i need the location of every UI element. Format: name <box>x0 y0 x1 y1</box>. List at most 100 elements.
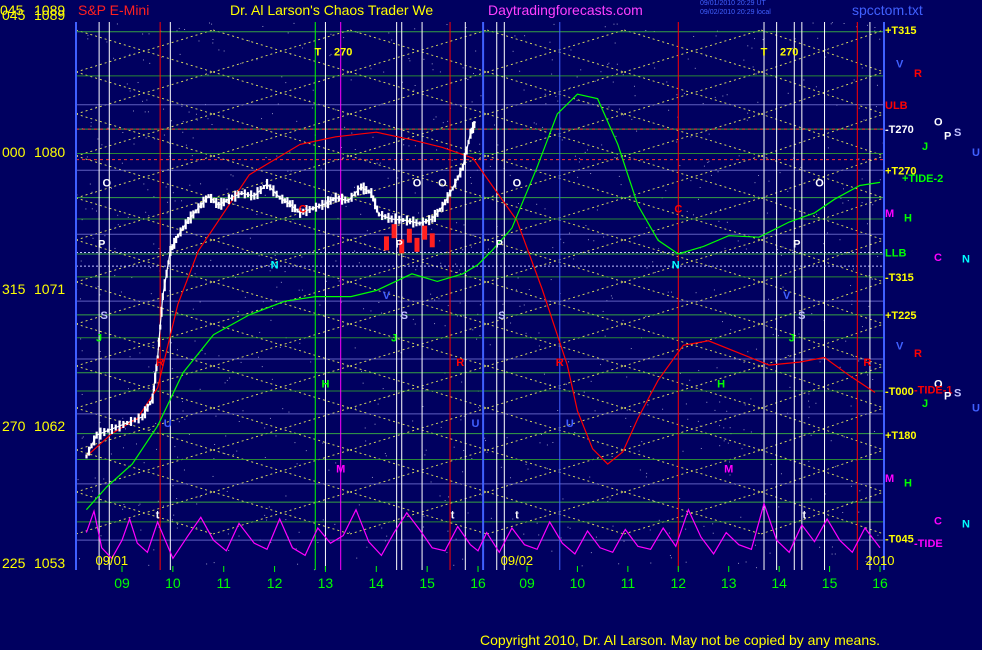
star-dot <box>432 69 434 71</box>
star-dot <box>519 305 521 307</box>
star-dot <box>553 23 555 25</box>
star-dot <box>176 30 178 32</box>
price-bar <box>446 192 449 204</box>
star-dot <box>755 348 757 350</box>
price-bar <box>259 186 262 195</box>
star-dot <box>616 23 618 25</box>
star-dot <box>758 174 760 176</box>
x-tick-label: 11 <box>621 575 636 591</box>
price-bar <box>421 217 424 227</box>
star-dot <box>462 249 464 251</box>
star-dot <box>122 447 124 449</box>
star-dot <box>726 410 728 412</box>
star-dot <box>287 170 289 172</box>
star-dot <box>615 135 617 137</box>
star-dot <box>782 246 784 248</box>
star-dot <box>539 442 541 444</box>
star-dot <box>184 28 186 30</box>
star-dot <box>510 322 512 324</box>
star-dot <box>645 315 647 317</box>
plot-label: O <box>438 177 447 189</box>
star-dot <box>590 380 592 382</box>
star-dot <box>745 561 747 563</box>
price-bar <box>165 269 168 278</box>
price-bar <box>122 420 125 428</box>
star-dot <box>414 323 416 325</box>
star-dot <box>717 171 719 173</box>
star-dot <box>641 441 643 443</box>
star-dot <box>875 106 877 108</box>
star-dot <box>297 563 299 565</box>
star-dot <box>719 425 721 427</box>
price-bar <box>433 209 436 222</box>
star-dot <box>710 174 712 176</box>
star-dot <box>81 350 83 352</box>
star-dot <box>211 124 213 126</box>
star-dot <box>153 196 155 198</box>
right-label: +T315 <box>885 25 917 37</box>
price-bar <box>449 189 452 197</box>
star-dot <box>614 42 616 44</box>
star-dot <box>506 437 508 439</box>
price-bar <box>151 393 154 404</box>
star-dot <box>851 303 853 305</box>
star-dot <box>90 122 92 124</box>
price-bar <box>176 233 180 238</box>
star-dot <box>839 239 841 241</box>
price-bar <box>329 196 332 205</box>
star-dot <box>601 144 603 146</box>
star-dot <box>439 495 441 497</box>
star-dot <box>712 523 714 525</box>
star-dot <box>184 418 186 420</box>
star-dot <box>623 540 625 542</box>
star-dot <box>825 49 827 51</box>
star-dot <box>191 155 193 157</box>
plot-label: N <box>271 260 279 272</box>
star-dot <box>462 558 464 560</box>
star-dot <box>430 481 432 483</box>
star-dot <box>232 454 234 456</box>
star-dot <box>91 208 93 210</box>
star-dot <box>743 429 745 431</box>
star-dot <box>91 490 93 492</box>
price-bar <box>230 194 234 201</box>
star-dot <box>365 440 367 442</box>
star-dot <box>810 434 812 436</box>
star-dot <box>654 67 656 69</box>
right-label: LLB <box>885 247 906 259</box>
star-dot <box>650 562 652 564</box>
star-dot <box>97 138 99 140</box>
price-bar <box>454 178 457 188</box>
star-dot <box>752 66 754 68</box>
star-dot <box>580 69 582 71</box>
star-dot <box>716 367 718 369</box>
star-dot <box>618 108 620 110</box>
star-dot <box>447 305 449 307</box>
star-dot <box>195 113 197 115</box>
star-dot <box>183 469 185 471</box>
star-dot <box>176 527 178 529</box>
star-dot <box>388 32 390 34</box>
star-dot <box>370 68 372 70</box>
star-dot <box>569 527 571 529</box>
price-bar <box>286 197 289 208</box>
right-label: S <box>954 127 961 139</box>
star-dot <box>879 179 881 181</box>
star-dot <box>381 527 383 529</box>
star-dot <box>718 220 720 222</box>
star-dot <box>156 448 158 450</box>
star-dot <box>750 431 752 433</box>
price-bar <box>103 428 106 437</box>
star-dot <box>456 315 458 317</box>
price-bar <box>204 195 208 203</box>
star-dot <box>509 174 511 176</box>
star-dot <box>358 262 360 264</box>
star-dot <box>230 174 232 176</box>
star-dot <box>425 389 427 391</box>
star-dot <box>747 112 749 114</box>
star-dot <box>463 224 465 226</box>
plot-label: N <box>672 260 680 272</box>
plot-label: T <box>314 47 321 59</box>
price-bar <box>93 435 96 446</box>
plot-label: S <box>798 310 805 322</box>
